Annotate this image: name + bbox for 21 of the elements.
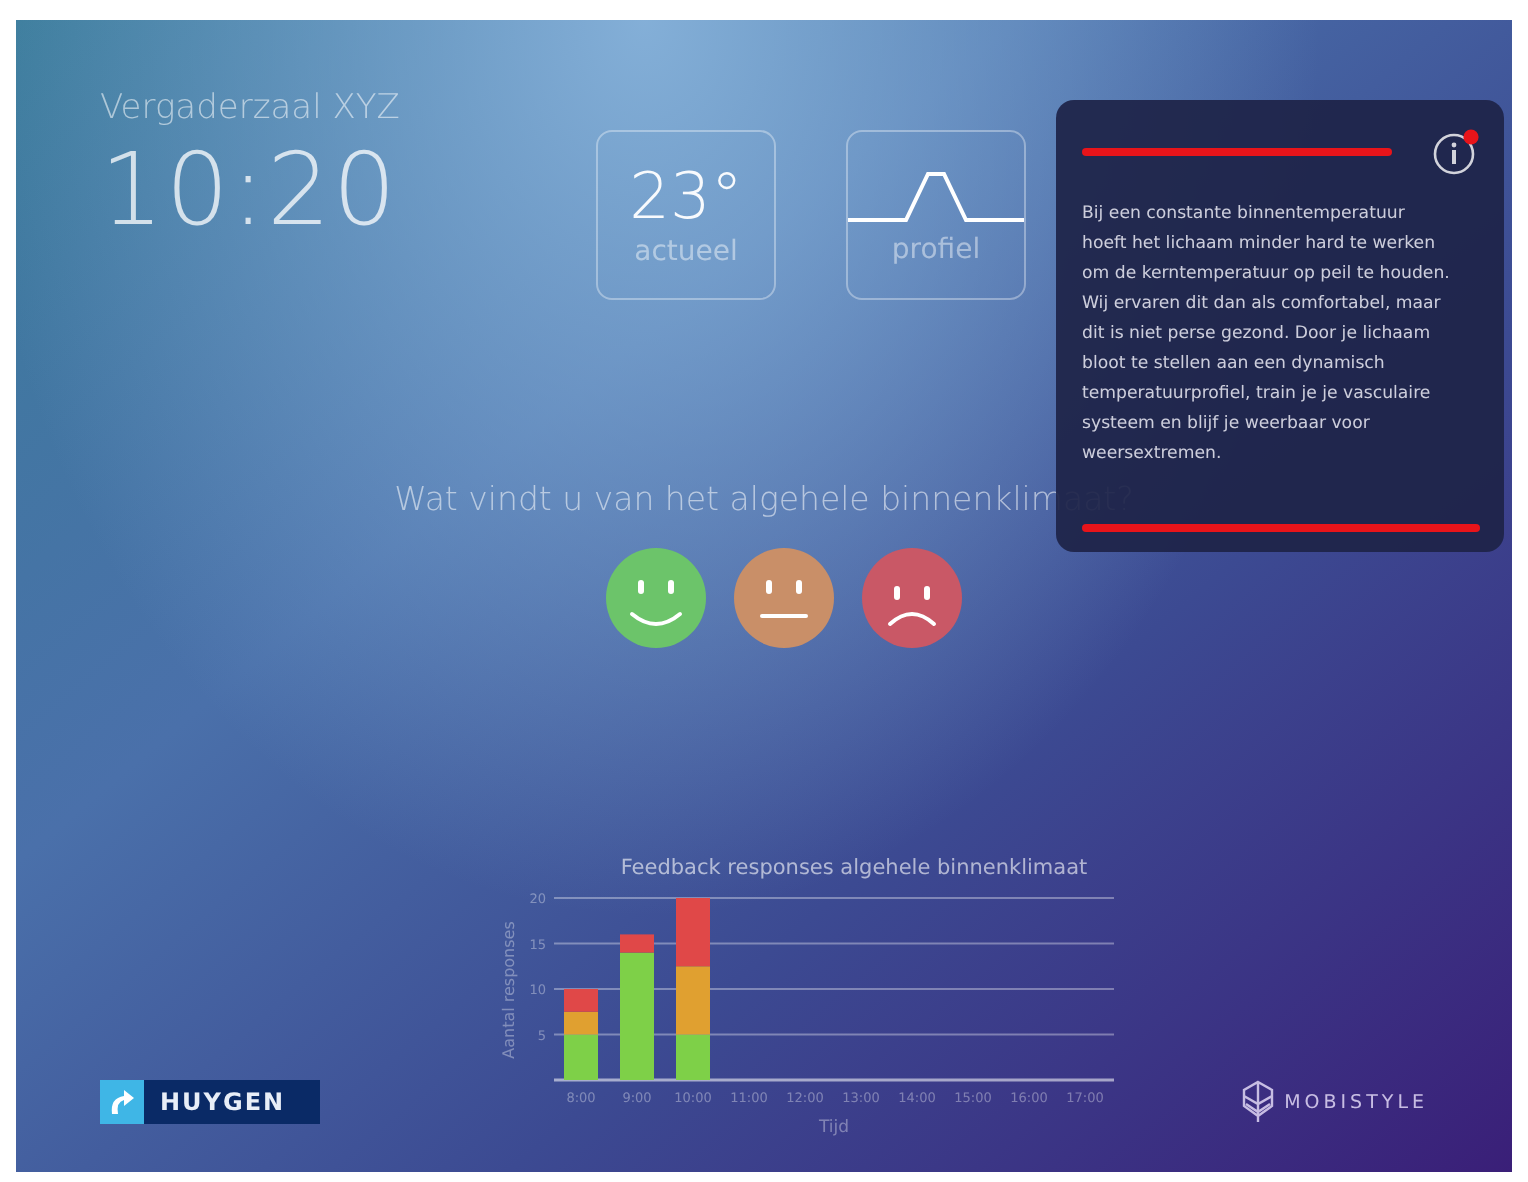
rating-face-icon[interactable] [604,546,708,650]
leaf-icon [1240,1080,1277,1124]
axis-label: Tijd [818,1118,850,1138]
info-icon[interactable] [1432,128,1480,176]
profile-tile[interactable]: profiel [846,130,1026,300]
logo-icon [100,1080,144,1124]
axis-label: Aantal responses [500,921,518,1059]
rating-face-icon[interactable] [732,546,836,650]
temperature-value: 23° [629,163,743,227]
logo-text: MOBISTYLE [1284,1091,1428,1113]
room-name: Vergaderzaal XYZ [100,88,402,128]
info-text: Bij een constante binnentemperatuur hoeft het lichaam minder hard te werken om de kerntemperatuur op peil te houden. Wij ervaren dit dan als comfortabel, maar dit is niet perse gezond. Door je lichaam bloot te stellen aan een dynamisch temperatuurprofiel, train je je vasculaire systeem en blijf je weerbaar voor weersextremen. [1082,202,1452,468]
tile-label: profiel [891,233,981,265]
rating-face-icon[interactable] [860,546,964,650]
chart-title: Feedback responses algehele binnenklimaat [620,856,1088,880]
bar [676,898,710,967]
clock-time: 10:20 [100,132,401,248]
tile-label: actueel [634,235,738,267]
logo-text: HUYGEN [160,1088,286,1116]
bar [564,989,598,1012]
temperature-tile[interactable]: 23° actueel [596,130,776,300]
